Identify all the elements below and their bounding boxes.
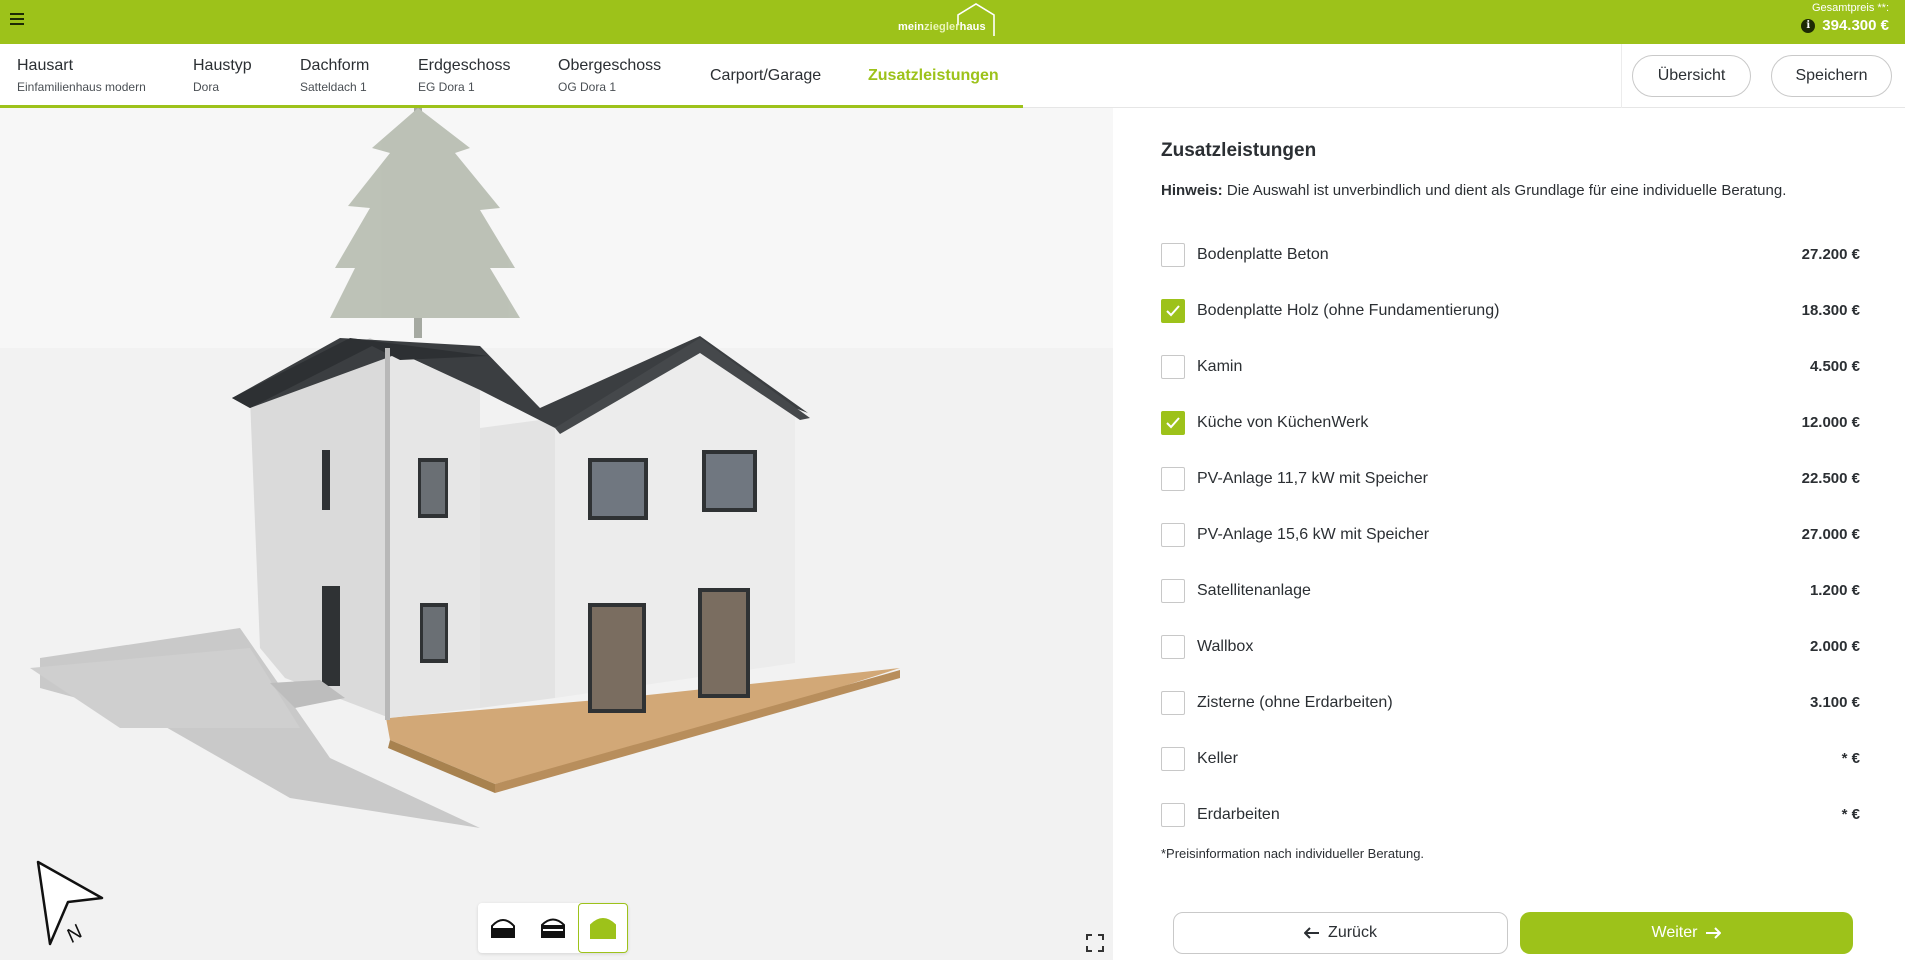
compass-north-arrow[interactable]: N	[34, 860, 106, 950]
checkbox[interactable]	[1161, 579, 1185, 603]
checkbox[interactable]	[1161, 355, 1185, 379]
tab-erdgeschoss[interactable]: Erdgeschoss EG Dora 1	[418, 56, 511, 95]
total-price: Gesamtpreis **: i 394.300 €	[1801, 2, 1889, 34]
option-label: PV-Anlage 11,7 kW mit Speicher	[1197, 470, 1428, 487]
tab-title: Zusatzleistungen	[868, 67, 999, 84]
option-price: 22.500 €	[1801, 470, 1860, 487]
option-label: Bodenplatte Holz (ohne Fundamentierung)	[1197, 302, 1500, 319]
house-3d-viewer[interactable]: N	[0, 108, 1113, 960]
option-row[interactable]: PV-Anlage 11,7 kW mit Speicher 22.500 €	[1161, 466, 1860, 492]
logo[interactable]: meinzieglerhaus	[898, 3, 1008, 39]
checkbox[interactable]	[1161, 243, 1185, 267]
option-price: 12.000 €	[1801, 414, 1860, 431]
next-label: Weiter	[1651, 924, 1698, 941]
option-row[interactable]: Zisterne (ohne Erdarbeiten) 3.100 €	[1161, 690, 1860, 716]
tree-illustration	[330, 108, 520, 338]
overview-button[interactable]: Übersicht	[1632, 55, 1751, 97]
tab-subtitle: OG Dora 1	[558, 80, 617, 94]
tab-subtitle: Einfamilienhaus modern	[17, 80, 146, 94]
view-mode-toggle	[478, 903, 628, 953]
compass-label: N	[62, 921, 87, 948]
hamburger-menu-icon[interactable]	[10, 11, 24, 25]
step-tabs: Hausart Einfamilienhaus modern Haustyp D…	[0, 44, 1023, 109]
option-price: 3.100 €	[1809, 694, 1860, 711]
back-button[interactable]: Zurück	[1173, 912, 1508, 954]
option-price: 27.200 €	[1801, 246, 1860, 263]
checkbox-checked[interactable]	[1161, 299, 1185, 323]
option-price: 18.300 €	[1801, 302, 1860, 319]
checkbox[interactable]	[1161, 635, 1185, 659]
option-row[interactable]: Bodenplatte Holz (ohne Fundamentierung) 1…	[1161, 298, 1860, 324]
save-button[interactable]: Speichern	[1771, 55, 1892, 97]
option-row[interactable]: Bodenplatte Beton 27.200 €	[1161, 242, 1860, 268]
option-row[interactable]: Küche von KüchenWerk 12.000 €	[1161, 410, 1860, 436]
option-price: 2.000 €	[1809, 638, 1860, 655]
option-label: Kamin	[1197, 358, 1243, 375]
option-price: 1.200 €	[1809, 582, 1860, 599]
option-row[interactable]: Wallbox 2.000 €	[1161, 634, 1860, 660]
option-row[interactable]: Erdarbeiten * €	[1161, 802, 1860, 828]
tab-zusatzleistungen[interactable]: Zusatzleistungen	[868, 66, 999, 86]
house-3d-render	[30, 108, 900, 828]
total-price-label: Gesamtpreis **:	[1811, 2, 1889, 14]
step-navigation: Hausart Einfamilienhaus modern Haustyp D…	[0, 44, 1905, 109]
option-row[interactable]: Satellitenanlage 1.200 €	[1161, 578, 1860, 604]
option-label: Keller	[1197, 750, 1238, 767]
tab-subtitle: EG Dora 1	[418, 80, 475, 94]
tab-obergeschoss[interactable]: Obergeschoss OG Dora 1	[558, 56, 661, 95]
option-price: * €	[1841, 750, 1860, 767]
options-panel: Zusatzleistungen Hinweis: Die Auswahl is…	[1113, 108, 1905, 960]
panel-title: Zusatzleistungen	[1161, 140, 1317, 161]
back-label: Zurück	[1328, 924, 1377, 941]
option-price: 4.500 €	[1809, 358, 1860, 375]
house-3d-view-icon[interactable]	[578, 903, 628, 953]
option-row[interactable]: Keller * €	[1161, 746, 1860, 772]
option-label: PV-Anlage 15,6 kW mit Speicher	[1197, 526, 1430, 543]
option-label: Erdarbeiten	[1197, 806, 1280, 823]
tab-subtitle: Satteldach 1	[300, 80, 367, 94]
check-icon	[1166, 305, 1180, 317]
tab-dachform[interactable]: Dachform Satteldach 1	[300, 56, 369, 95]
hint-text: Hinweis: Die Auswahl ist unverbindlich u…	[1161, 182, 1787, 199]
tab-title: Dachform	[300, 57, 370, 74]
tab-title: Carport/Garage	[710, 67, 822, 84]
checkbox[interactable]	[1161, 803, 1185, 827]
tab-hausart[interactable]: Hausart Einfamilienhaus modern	[17, 56, 146, 95]
checkbox[interactable]	[1161, 747, 1185, 771]
fullscreen-icon[interactable]	[1085, 933, 1105, 953]
arrow-right-icon	[1706, 927, 1722, 939]
option-row[interactable]: Kamin 4.500 €	[1161, 354, 1860, 380]
arrow-left-icon	[1304, 927, 1320, 939]
floor-plan-view-icon[interactable]	[478, 903, 528, 953]
info-icon[interactable]: i	[1801, 18, 1816, 33]
checkbox-checked[interactable]	[1161, 411, 1185, 435]
price-footnote: *Preisinformation nach individueller Ber…	[1161, 846, 1425, 861]
tab-title: Obergeschoss	[558, 57, 662, 74]
checkbox[interactable]	[1161, 467, 1185, 491]
option-price: * €	[1841, 806, 1860, 823]
option-price: 27.000 €	[1801, 526, 1860, 543]
tab-subtitle: Dora	[193, 80, 220, 94]
checkbox[interactable]	[1161, 691, 1185, 715]
checkbox[interactable]	[1161, 523, 1185, 547]
tab-haustyp[interactable]: Haustyp Dora	[193, 56, 252, 95]
tab-title: Haustyp	[193, 57, 252, 74]
tab-carport-garage[interactable]: Carport/Garage	[710, 66, 821, 86]
section-view-icon[interactable]	[528, 903, 578, 953]
next-button[interactable]: Weiter	[1520, 912, 1853, 954]
top-bar: meinzieglerhaus Gesamtpreis **: i 394.30…	[0, 0, 1905, 44]
tab-title: Erdgeschoss	[418, 57, 511, 74]
option-label: Bodenplatte Beton	[1197, 246, 1329, 263]
option-label: Zisterne (ohne Erdarbeiten)	[1197, 694, 1393, 711]
option-row[interactable]: PV-Anlage 15,6 kW mit Speicher 27.000 €	[1161, 522, 1860, 548]
check-icon	[1166, 417, 1180, 429]
tab-title: Hausart	[17, 57, 74, 74]
nav-divider	[1621, 44, 1622, 108]
option-label: Wallbox	[1197, 638, 1254, 655]
logo-text: meinzieglerhaus	[898, 21, 986, 33]
option-label: Küche von KüchenWerk	[1197, 414, 1369, 431]
option-label: Satellitenanlage	[1197, 582, 1311, 599]
total-price-value: 394.300 €	[1822, 17, 1889, 34]
